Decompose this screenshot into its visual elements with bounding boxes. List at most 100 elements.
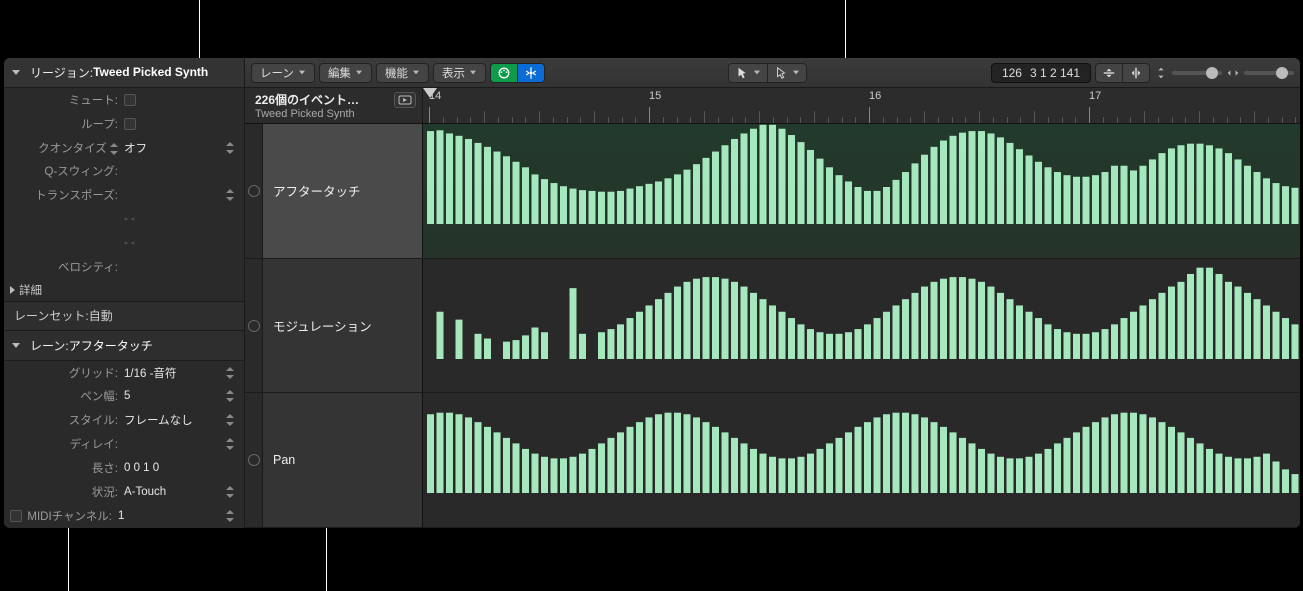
row-length[interactable]: 長さ: 0 0 1 0 — [4, 456, 244, 480]
lane-mute-dot[interactable] — [248, 454, 260, 466]
length-label: 長さ: — [4, 460, 124, 476]
lane-mute-dot[interactable] — [248, 320, 260, 332]
detail-disclosure[interactable]: 詳細 — [4, 279, 244, 301]
events-track-name: Tweed Picked Synth — [255, 108, 422, 120]
pointer-alt-icon — [774, 66, 788, 80]
row-status[interactable]: 状況: A-Touch — [4, 480, 244, 504]
loop-checkbox[interactable] — [124, 118, 136, 130]
row-detune2: - - — [4, 231, 244, 255]
midi-in-button[interactable] — [490, 63, 518, 83]
chevron-down-icon — [754, 71, 760, 75]
row-detune1: - - — [4, 207, 244, 231]
lane-row[interactable]: モジュレーション — [245, 259, 1300, 394]
palette-icon — [497, 66, 511, 80]
horizontal-arrows-icon — [1226, 66, 1240, 80]
grid-label: グリッド: — [4, 365, 124, 381]
lane-plot[interactable] — [423, 259, 1300, 393]
lane-row[interactable]: アフタータッチ — [245, 124, 1300, 259]
style-value[interactable]: フレームなし — [124, 412, 226, 428]
menu-lane[interactable]: レーン — [251, 63, 315, 83]
chevron-down-icon — [413, 71, 419, 75]
midich-label: MIDIチャンネル: — [22, 508, 118, 524]
penwidth-value[interactable]: 5 — [124, 390, 226, 402]
lane-row[interactable]: Pan — [245, 393, 1300, 528]
row-penwidth[interactable]: ペン幅: 5 — [4, 385, 244, 409]
loop-label: ループ: — [4, 116, 124, 132]
laneset-label: レーンセット: — [14, 307, 89, 324]
hzoom-slider[interactable] — [1226, 66, 1294, 80]
style-label: スタイル: — [4, 412, 124, 428]
position-display[interactable]: 126 3 1 2 141 — [991, 63, 1091, 83]
quantize-value[interactable]: オフ — [124, 140, 226, 156]
menu-edit[interactable]: 編集 — [319, 63, 372, 83]
row-loop: ループ: — [4, 112, 244, 136]
qswing-label: Q-スウィング: — [4, 163, 124, 179]
ruler-bar-number: 14 — [429, 90, 441, 102]
detune-value: - - — [124, 213, 234, 225]
midich-value[interactable]: 1 — [118, 510, 226, 522]
chevron-down-icon — [356, 71, 362, 75]
mute-checkbox[interactable] — [124, 94, 136, 106]
laneset-row[interactable]: レーンセット: 自動 — [4, 301, 244, 331]
stepper-icon[interactable] — [226, 414, 234, 426]
chevron-down-icon — [470, 71, 476, 75]
lane-plot[interactable] — [423, 124, 1300, 258]
row-quantize[interactable]: クオンタイズ オフ — [4, 136, 244, 160]
menu-view[interactable]: 表示 — [433, 63, 486, 83]
lane-gutter[interactable] — [245, 259, 263, 393]
spark-icon — [524, 66, 538, 80]
alt-tool[interactable] — [768, 63, 807, 83]
grid-value[interactable]: 1/16 -音符 — [124, 365, 226, 381]
lane-header[interactable]: レーン: アフタータッチ — [4, 331, 244, 361]
lane-header-value: アフタータッチ — [69, 337, 153, 354]
chevron-down-icon — [12, 343, 20, 348]
lane-header-label: レーン: — [30, 337, 69, 354]
midi-out-button[interactable] — [518, 63, 545, 83]
events-box: 226個のイベント… Tweed Picked Synth — [245, 88, 423, 123]
detune-value: - - — [124, 237, 234, 249]
row-style[interactable]: スタイル: フレームなし — [4, 408, 244, 432]
pointer-icon — [735, 66, 749, 80]
lane-gutter[interactable] — [245, 124, 263, 258]
stepper-icon[interactable] — [226, 390, 234, 402]
laneset-value: 自動 — [89, 307, 113, 324]
region-header[interactable]: リージョン: Tweed Picked Synth — [4, 58, 244, 88]
lane-label[interactable]: モジュレーション — [263, 259, 423, 393]
lane-gutter[interactable] — [245, 393, 263, 527]
transpose-label: トランスポーズ: — [4, 187, 124, 203]
status-value[interactable]: A-Touch — [124, 486, 226, 498]
quantize-label: クオンタイズ — [4, 140, 124, 156]
velocity-label: ベロシティ: — [4, 259, 124, 275]
vzoom-slider[interactable] — [1154, 66, 1222, 80]
stepper-icon[interactable] — [226, 189, 234, 201]
lane-plot[interactable] — [423, 393, 1300, 527]
stepper-icon[interactable] — [226, 367, 234, 379]
row-mute: ミュート: — [4, 88, 244, 112]
stepper-icon[interactable] — [226, 486, 234, 498]
ruler[interactable]: 14151617 — [423, 88, 1300, 123]
main-area: レーン 編集 機能 表示 — [245, 58, 1300, 528]
delay-label: ディレイ: — [4, 436, 124, 452]
events-count: 226個のイベント… — [255, 91, 385, 108]
lane-label[interactable]: アフタータッチ — [263, 124, 423, 258]
row-grid[interactable]: グリッド: 1/16 -音符 — [4, 361, 244, 385]
region-header-label: リージョン: — [30, 64, 93, 81]
hzoom-fit-button[interactable] — [1123, 63, 1150, 83]
lane-mute-dot[interactable] — [248, 185, 260, 197]
stepper-icon[interactable] — [226, 438, 234, 450]
row-delay[interactable]: ディレイ: — [4, 432, 244, 456]
midich-checkbox[interactable] — [10, 510, 22, 522]
vzoom-fit-button[interactable] — [1095, 63, 1123, 83]
stepper-icon[interactable] — [226, 510, 234, 522]
row-transpose[interactable]: トランスポーズ: — [4, 183, 244, 207]
menu-function[interactable]: 機能 — [376, 63, 429, 83]
catch-playhead-button[interactable] — [394, 92, 416, 108]
row-midich[interactable]: MIDIチャンネル: 1 — [4, 504, 244, 528]
position-right: 3 1 2 141 — [1030, 66, 1080, 80]
stepper-icon[interactable] — [226, 142, 234, 154]
length-value[interactable]: 0 0 1 0 — [124, 462, 234, 474]
lane-label[interactable]: Pan — [263, 393, 423, 527]
position-left: 126 — [1002, 66, 1022, 80]
pointer-tool[interactable] — [728, 63, 768, 83]
sub-header: 226個のイベント… Tweed Picked Synth 14151617 — [245, 88, 1300, 124]
